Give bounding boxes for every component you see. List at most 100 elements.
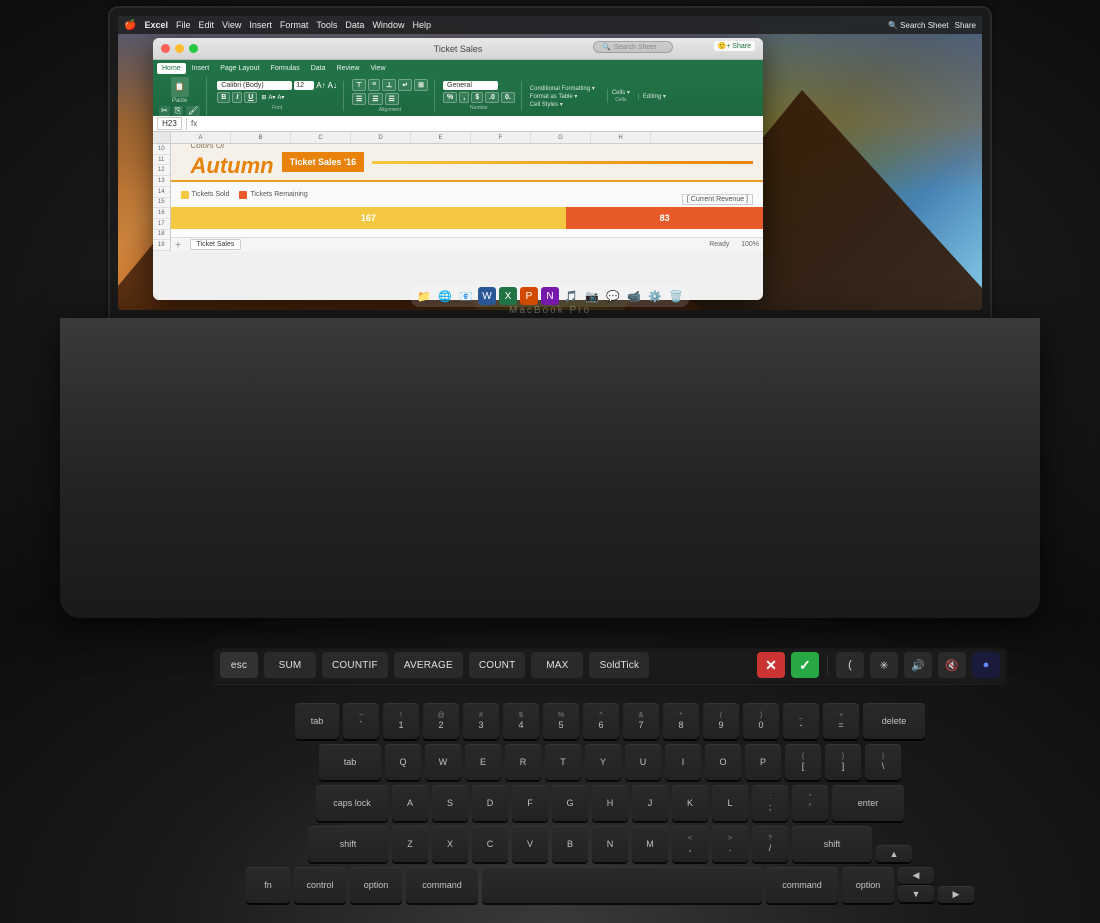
dock-icon-word[interactable]: W [478, 287, 496, 305]
key-y[interactable]: Y [585, 744, 621, 780]
max-key[interactable]: MAX [531, 652, 583, 678]
menu-item-window[interactable]: Window [372, 20, 404, 30]
fn-key[interactable]: fn [246, 867, 290, 903]
menu-item-format[interactable]: Format [280, 20, 309, 30]
cell-styles-button[interactable]: Cell Styles ▾ [530, 101, 595, 108]
key-p[interactable]: P [745, 744, 781, 780]
key-s[interactable]: S [432, 785, 468, 821]
option-right-key[interactable]: option [842, 867, 894, 903]
count-key[interactable]: COUNT [469, 652, 526, 678]
key-i[interactable]: I [665, 744, 701, 780]
key-plus[interactable]: + = [823, 703, 859, 739]
menu-item-data[interactable]: Data [345, 20, 364, 30]
arrow-right-key[interactable]: ▶ [938, 886, 974, 903]
dock-icon-facetime[interactable]: 📹 [625, 287, 643, 305]
confirm-button[interactable]: ✓ [791, 652, 819, 678]
key-lbracket[interactable]: { [ [785, 744, 821, 780]
key-rbracket[interactable]: } ] [825, 744, 861, 780]
align-left-button[interactable]: ☰ [352, 93, 366, 105]
font-size-select[interactable]: 12 [294, 81, 314, 90]
font-color-button[interactable]: A▾ [277, 94, 284, 101]
dock-icon-safari[interactable]: 🌐 [436, 287, 454, 305]
menu-item-tools[interactable]: Tools [316, 20, 337, 30]
key-o[interactable]: O [705, 744, 741, 780]
key-t[interactable]: T [545, 744, 581, 780]
dock-icon-photos[interactable]: 📷 [583, 287, 601, 305]
menu-item-help[interactable]: Help [412, 20, 431, 30]
dock-icon-mail[interactable]: 📧 [457, 287, 475, 305]
key-v[interactable]: V [512, 826, 548, 862]
arrow-left-key[interactable]: ◀ [898, 867, 934, 884]
key-d[interactable]: D [472, 785, 508, 821]
merge-button[interactable]: ⊞ [414, 79, 428, 91]
command-left-key[interactable]: command [406, 867, 478, 903]
font-family-select[interactable]: Calibri (Body) [217, 81, 292, 90]
comma-button[interactable]: , [459, 92, 469, 103]
key-a[interactable]: A [392, 785, 428, 821]
key-6[interactable]: ^ 6 [583, 703, 619, 739]
arrow-down-key[interactable]: ▼ [898, 885, 934, 902]
dock-icon-excel[interactable]: X [499, 287, 517, 305]
menu-item-view[interactable]: View [222, 20, 241, 30]
conditional-formatting-button[interactable]: Conditional Formatting ▾ [530, 85, 595, 92]
dock-icon-ppt[interactable]: P [520, 287, 538, 305]
menu-item-excel[interactable]: Excel [144, 20, 168, 30]
delete-key[interactable]: delete [863, 703, 925, 739]
menu-search[interactable]: 🔍 Search Sheet [888, 21, 949, 30]
key-r[interactable]: R [505, 744, 541, 780]
format-painter-button[interactable]: 🖌 [186, 106, 200, 116]
key-comma[interactable]: < , [672, 826, 708, 862]
parenthesis-key[interactable]: ( [836, 652, 864, 678]
key-minus[interactable]: _ - [783, 703, 819, 739]
shift-right-key[interactable]: shift [792, 826, 872, 862]
average-key[interactable]: AVERAGE [394, 652, 463, 678]
key-period[interactable]: > . [712, 826, 748, 862]
align-bottom-button[interactable]: ⊥ [382, 79, 396, 91]
key-c[interactable]: C [472, 826, 508, 862]
close-button[interactable] [161, 44, 170, 53]
key-5[interactable]: % 5 [543, 703, 579, 739]
number-format-select[interactable]: General [443, 81, 498, 90]
sum-key[interactable]: SUM [264, 652, 316, 678]
fill-color-button[interactable]: A▾ [268, 94, 275, 101]
volume-up-icon[interactable]: 🔊 [904, 652, 932, 678]
tab-data[interactable]: Data [306, 63, 331, 74]
paste-icon[interactable]: 📋 [171, 77, 189, 97]
tab-home[interactable]: Home [157, 63, 186, 74]
tab-key-2[interactable]: tab [319, 744, 381, 780]
key-b[interactable]: B [552, 826, 588, 862]
key-m[interactable]: M [632, 826, 668, 862]
decimal-decrease-button[interactable]: 0. [501, 92, 515, 103]
key-n[interactable]: N [592, 826, 628, 862]
key-slash[interactable]: ? / [752, 826, 788, 862]
key-u[interactable]: U [625, 744, 661, 780]
key-0[interactable]: ) 0 [743, 703, 779, 739]
minimize-button[interactable] [175, 44, 184, 53]
bold-button[interactable]: B [217, 92, 230, 103]
format-as-table-button[interactable]: Format as Table ▾ [530, 93, 595, 100]
command-right-key[interactable]: command [766, 867, 838, 903]
maximize-button[interactable] [189, 44, 198, 53]
volume-mute-icon[interactable]: 🔇 [938, 652, 966, 678]
brightness-icon[interactable]: ✳ [870, 652, 898, 678]
key-h[interactable]: H [592, 785, 628, 821]
key-j[interactable]: J [632, 785, 668, 821]
font-increase-button[interactable]: A↑ [316, 81, 325, 90]
control-key[interactable]: control [294, 867, 346, 903]
underline-button[interactable]: U [244, 92, 257, 103]
key-l[interactable]: L [712, 785, 748, 821]
esc-key[interactable]: esc [220, 652, 258, 678]
percent-button[interactable]: % [443, 92, 457, 103]
tab-key[interactable]: tab [295, 703, 339, 739]
dock-icon-onenote[interactable]: N [541, 287, 559, 305]
option-left-key[interactable]: option [350, 867, 402, 903]
key-tilde[interactable]: ~ ` [343, 703, 379, 739]
key-7[interactable]: & 7 [623, 703, 659, 739]
enter-key[interactable]: enter [832, 785, 904, 821]
key-f[interactable]: F [512, 785, 548, 821]
soldtick-key[interactable]: SoldTick [589, 652, 649, 678]
border-button[interactable]: ⊞ [261, 94, 266, 101]
menu-item-edit[interactable]: Edit [199, 20, 215, 30]
arrow-up-key[interactable]: ▲ [876, 845, 912, 862]
countif-key[interactable]: COUNTIF [322, 652, 388, 678]
